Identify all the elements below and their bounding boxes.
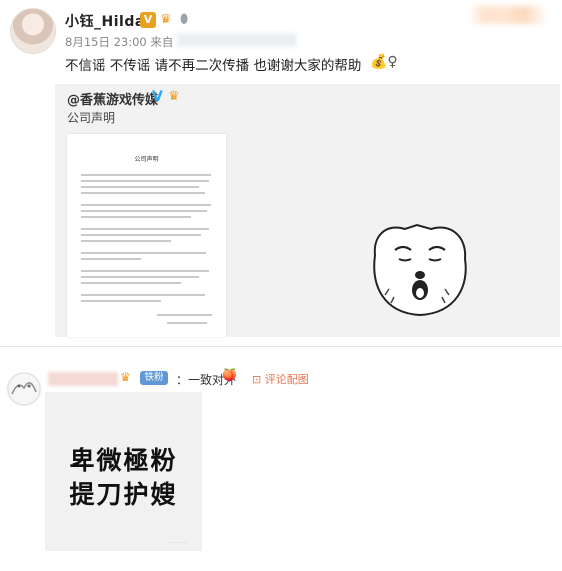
crown-icon: ♛: [160, 12, 172, 27]
crown-icon: ♛: [168, 89, 180, 104]
comment-image-line1: 卑微極粉: [69, 446, 178, 475]
image-icon: ⊡: [252, 373, 262, 386]
fan-badge: 铁粉: [140, 371, 168, 385]
document-line: [81, 228, 209, 230]
document-line: [81, 270, 209, 272]
comment-image-line2: 提刀护嫂: [69, 480, 178, 509]
document-title: 公司声明: [134, 156, 159, 163]
comment-image-link-label: 评论配图: [264, 373, 309, 386]
document-line: [81, 234, 201, 236]
document-line: [81, 210, 207, 212]
watermark: ··········: [168, 540, 188, 547]
verified-blue-icon: V: [152, 89, 163, 105]
peach-icon: 🍑: [222, 368, 237, 382]
document-line: [81, 204, 211, 206]
document-line: [157, 314, 212, 316]
document-line: [81, 186, 199, 188]
blurred-source: [177, 33, 297, 47]
document-line: [81, 240, 171, 242]
username[interactable]: 小钰_Hilda: [65, 11, 145, 31]
post-timestamp[interactable]: 8月15日 23:00 来自: [65, 34, 173, 50]
cartoon-face-sticker[interactable]: [365, 215, 475, 325]
blurred-region: [468, 6, 548, 24]
document-image[interactable]: 公司声明: [67, 134, 226, 337]
document-line: [81, 276, 199, 278]
document-line: [81, 258, 141, 260]
repost-account-link[interactable]: @香蕉游戏传媒: [67, 89, 158, 108]
document-line: [81, 192, 205, 194]
comment-image-link[interactable]: ⊡ 评论配图: [252, 371, 309, 387]
document-line: [81, 282, 181, 284]
money-bag-icon: 💰♀: [370, 54, 398, 70]
divider: [0, 346, 562, 347]
document-line: [81, 174, 211, 176]
document-line: [81, 300, 161, 302]
repost-caption: 公司声明: [67, 111, 116, 125]
document-line: [81, 252, 206, 254]
verified-badge-icon: V: [140, 12, 156, 28]
post-text: 不信谣 不传谣 请不再二次传播 也谢谢大家的帮助: [65, 58, 362, 74]
comment-image-text: 卑微極粉 提刀护嫂: [45, 444, 202, 512]
crown-icon: ♛: [120, 370, 131, 384]
document-line: [167, 322, 207, 324]
document-line: [81, 216, 191, 218]
commenter-avatar[interactable]: [6, 372, 42, 406]
document-line: [81, 294, 205, 296]
document-line: [81, 180, 209, 182]
blurred-username[interactable]: [48, 372, 118, 386]
comment-image[interactable]: 卑微極粉 提刀护嫂 ··········: [45, 392, 202, 551]
avatar[interactable]: [10, 8, 56, 54]
medal-icon: ⬮: [180, 12, 189, 27]
